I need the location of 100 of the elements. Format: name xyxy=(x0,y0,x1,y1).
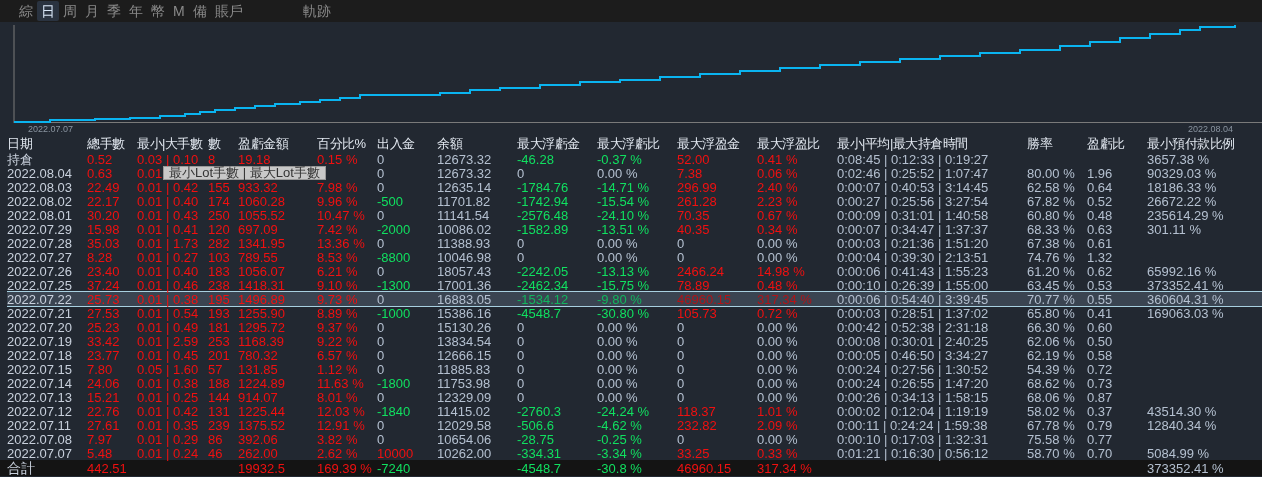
table-cell: 0.79 xyxy=(1087,418,1113,433)
column-header[interactable]: 出入金 xyxy=(377,136,415,151)
table-cell: 1.32 xyxy=(1087,250,1113,265)
total-cell: 169.39 % xyxy=(317,461,372,476)
table-cell: 0:00:27 | 0:25:56 | 3:27:54 xyxy=(837,194,989,209)
table-cell: 0:00:03 | 0:28:51 | 1:37:02 xyxy=(837,306,989,321)
table-cell: 0 xyxy=(377,236,385,251)
table-cell: 0.01 | 2.59 xyxy=(137,334,199,349)
date-cell: 2022.07.13 xyxy=(7,390,73,405)
table-cell: -3.34 % xyxy=(597,446,642,461)
column-header[interactable]: 最小|平均|最大持倉時間 xyxy=(837,136,968,151)
table-cell: 0.01 | 0.54 xyxy=(137,306,199,321)
table-cell: 0.37 xyxy=(1087,404,1113,419)
table-cell: 16883.05 xyxy=(437,293,492,306)
tab[interactable]: 軌跡 xyxy=(298,1,335,21)
table-cell: 188 xyxy=(208,376,230,391)
table-cell: 0.41 % xyxy=(757,152,798,167)
table-cell: 0.00 % xyxy=(757,376,798,391)
table-cell: 0.01 xyxy=(137,166,163,181)
table-cell: 78.89 xyxy=(677,278,710,293)
tab[interactable]: 月 xyxy=(81,1,103,21)
column-header[interactable]: 勝率 xyxy=(1027,136,1052,151)
column-header[interactable]: 最大浮盈比 xyxy=(757,136,820,151)
column-header[interactable]: 總手數 xyxy=(87,136,125,151)
tab[interactable]: 日 xyxy=(37,1,59,21)
table-cell: 0.15 % xyxy=(317,152,358,167)
table-cell: 0.01 | 0.43 xyxy=(137,208,199,223)
table-cell: 14.98 % xyxy=(757,264,805,279)
table-cell: 26672.22 % xyxy=(1147,194,1217,209)
table-cell: 0:00:06 | 0:41:43 | 1:55:23 xyxy=(837,264,989,279)
table-cell: 0.41 xyxy=(1087,306,1113,321)
table-cell: 0.61 xyxy=(1087,236,1113,251)
total-cell: 19932.5 xyxy=(238,461,285,476)
date-cell: 2022.07.19 xyxy=(7,334,73,349)
tab[interactable]: 幣 xyxy=(147,1,169,21)
date-cell: 2022.07.14 xyxy=(7,376,73,391)
table-cell: 22.76 xyxy=(87,404,120,419)
column-header[interactable]: 最大浮虧金 xyxy=(517,136,580,151)
selected-row[interactable]: 2022.07.22 25.73 0.01 | 0.38 195 1496.89 9.73 % 0 16883.05 -1534.12 -9.80 % 46960.15 317.34 % 0:00:06 | 0:54:40 | 3:39:45 70.77 % 0.55 360604.31 % xyxy=(7,292,1262,306)
table-cell: 1255.90 xyxy=(238,306,285,321)
column-header[interactable]: 盈虧比 xyxy=(1087,136,1125,151)
column-header[interactable]: 日期 xyxy=(7,136,32,151)
table-cell: 70.35 xyxy=(677,208,710,223)
table-cell: 0.34 % xyxy=(757,222,798,237)
table-cell: 1496.89 xyxy=(238,293,285,306)
column-header[interactable]: 最小|大手數 xyxy=(137,136,203,151)
table-cell: 0.00 % xyxy=(597,348,638,363)
tab[interactable]: 年 xyxy=(125,1,147,21)
tab[interactable]: M xyxy=(169,1,189,21)
table-cell: 30.20 xyxy=(87,208,120,223)
tab[interactable]: 賬戶 xyxy=(210,1,247,21)
column-header[interactable]: 余額 xyxy=(437,136,462,151)
table-cell: 0.01 | 0.42 xyxy=(137,180,199,195)
table-cell: -0.25 % xyxy=(597,432,642,447)
table-cell: 144 xyxy=(208,390,230,405)
tab[interactable]: 綜 xyxy=(15,1,37,21)
table-cell: 0.01 | 0.46 xyxy=(137,278,199,293)
table-cell: 239 xyxy=(208,418,230,433)
table-cell: 0.52 xyxy=(1087,194,1113,209)
table-cell: 0.01 | 0.49 xyxy=(137,320,199,335)
table-cell: 33.25 xyxy=(677,446,710,461)
table-cell: 0:00:07 | 0:40:53 | 3:14:45 xyxy=(837,180,989,195)
table-cell: 0.00 % xyxy=(757,334,798,349)
table-cell: 0:00:06 | 0:54:40 | 3:39:45 xyxy=(837,293,989,306)
date-cell: 2022.07.29 xyxy=(7,222,73,237)
column-header[interactable]: 最大浮盈金 xyxy=(677,136,740,151)
table-cell: -1300 xyxy=(377,278,411,293)
tooltip: 最小Lot手數 | 最大Lot手數 xyxy=(163,166,326,180)
table-cell: 40.35 xyxy=(677,222,710,237)
table-cell: 13.36 % xyxy=(317,236,365,251)
table-cell: 317.34 % xyxy=(757,293,812,306)
table-cell: 62.19 % xyxy=(1027,348,1075,363)
table-cell: 373352.41 % xyxy=(1147,278,1224,293)
table-cell: 19.18 xyxy=(238,152,271,167)
table-cell: 61.20 % xyxy=(1027,264,1075,279)
column-header[interactable]: 盈虧金額 xyxy=(238,136,288,151)
table-cell: 24.06 xyxy=(87,376,120,391)
table-cell: 11701.82 xyxy=(437,194,491,209)
tab[interactable]: 備 xyxy=(188,1,211,21)
column-header[interactable]: 百分比% xyxy=(317,136,366,151)
table-cell: 0.50 xyxy=(1087,334,1113,349)
table-cell: 0:08:45 | 0:12:33 | 0:19:27 xyxy=(837,152,989,167)
table-cell: 0.55 xyxy=(1087,293,1113,306)
table-cell: 174 xyxy=(208,194,230,209)
table-cell: 0 xyxy=(677,334,685,349)
table-cell: 0:02:46 | 0:25:52 | 1:07:47 xyxy=(837,166,989,181)
table-cell: 0 xyxy=(677,362,685,377)
column-header[interactable]: 最大浮虧比 xyxy=(597,136,660,151)
table-cell: 0 xyxy=(377,418,385,433)
table-cell: 0 xyxy=(517,390,525,405)
column-header[interactable]: 數 xyxy=(208,136,221,151)
table-cell: 8.89 % xyxy=(317,306,358,321)
tab[interactable]: 季 xyxy=(103,1,125,21)
tab[interactable]: 周 xyxy=(59,1,81,21)
table-cell: -28.75 xyxy=(517,432,554,447)
table-cell: 15.21 xyxy=(87,390,120,405)
column-header[interactable]: 最小預付款比例 xyxy=(1147,136,1235,151)
table-cell: 169063.03 % xyxy=(1147,306,1224,321)
table-cell: 232.82 xyxy=(677,418,717,433)
table-cell: 3.82 % xyxy=(317,432,358,447)
